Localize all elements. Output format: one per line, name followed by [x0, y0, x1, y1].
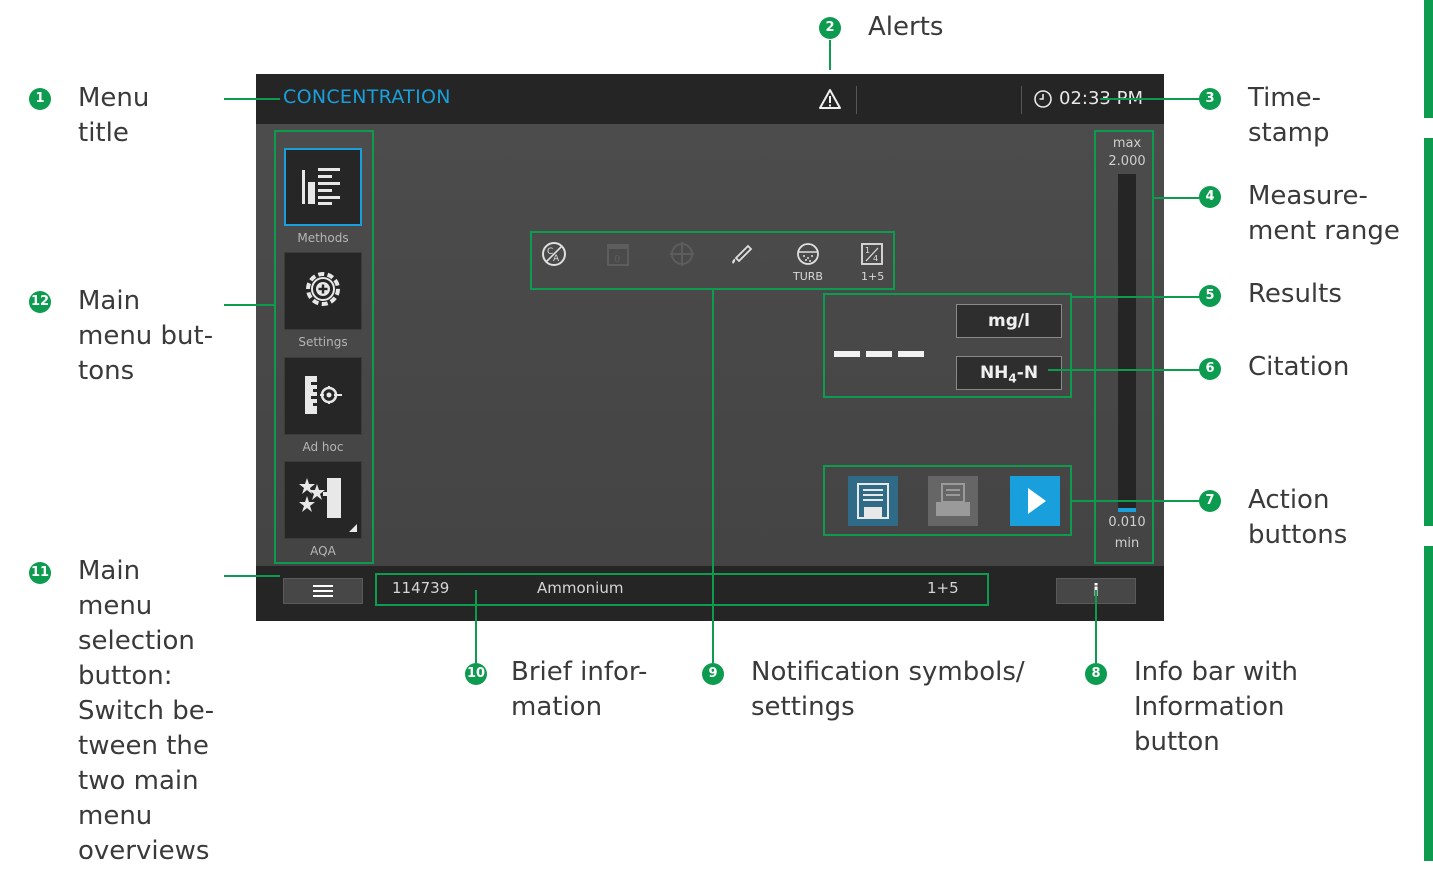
svg-text:0: 0: [614, 254, 620, 265]
citation-button[interactable]: NH4-N: [956, 356, 1062, 390]
leader-line: [1100, 98, 1200, 100]
svg-text:4: 4: [873, 254, 878, 263]
aqa-stars-icon: [299, 478, 357, 532]
device-screen: CONCENTRATION 02:33 PM Methods Settings …: [256, 74, 1164, 621]
leader-line: [1095, 590, 1097, 663]
label-menu-title: Menu title: [78, 83, 150, 148]
method-dilution: 1+5: [927, 579, 959, 597]
label-timestamp: Time- stamp: [1248, 83, 1330, 148]
badge-6: 6: [1199, 358, 1221, 380]
edge-tab: [1424, 546, 1433, 861]
badge-12: 12: [29, 291, 51, 313]
label-brief-information: Brief infor- mation: [511, 657, 648, 722]
dilution-icon[interactable]: 1 4: [858, 240, 886, 268]
leader-line: [829, 40, 831, 70]
clock-icon: [1034, 90, 1052, 108]
main-menu-selection-button[interactable]: [283, 578, 363, 604]
start-measurement-button[interactable]: [1010, 476, 1060, 526]
divider: [1021, 86, 1022, 114]
label-notification-symbols: Notification symbols/ settings: [751, 657, 1025, 722]
svg-text:A: A: [553, 254, 560, 264]
citation-tail: -N: [1016, 363, 1039, 383]
svg-text:1: 1: [865, 246, 870, 255]
badge-3: 3: [1199, 88, 1221, 110]
badge-10: 10: [465, 663, 487, 685]
measurement-range-fill: [1118, 508, 1136, 512]
citation-main: NH: [979, 363, 1009, 383]
unit-button[interactable]: mg/l: [956, 304, 1062, 338]
top-bar: CONCENTRATION 02:33 PM: [256, 74, 1164, 124]
methods-label: Methods: [297, 231, 349, 245]
leader-line: [712, 288, 714, 663]
leader-line: [475, 590, 477, 663]
label-citation: Citation: [1248, 352, 1350, 382]
label-results: Results: [1248, 279, 1342, 309]
leader-line: [1072, 296, 1200, 298]
label-measurement-range: Measure- ment range: [1248, 181, 1400, 246]
label-alerts: Alerts: [868, 12, 944, 42]
methods-button[interactable]: [284, 148, 362, 226]
ad-hoc-icon: [305, 376, 342, 414]
turbidity-icon[interactable]: [794, 240, 822, 268]
info-bar: 114739 Ammonium 1+5 i: [256, 566, 1164, 621]
range-max-value: 2.000: [1108, 154, 1146, 169]
turb-label: TURB: [793, 270, 823, 283]
method-name: Ammonium: [537, 579, 624, 597]
measurement-range-bar: [1118, 174, 1136, 512]
badge-9: 9: [702, 663, 724, 685]
alert-warning-icon[interactable]: [818, 88, 842, 110]
badge-1: 1: [29, 88, 51, 110]
result-dash: [898, 351, 924, 357]
settings-gear-icon: [306, 272, 340, 306]
badge-5: 5: [1199, 285, 1221, 307]
settings-button[interactable]: [284, 252, 362, 330]
aqa-button[interactable]: [284, 461, 362, 539]
dilution-label: 1+5: [861, 270, 885, 283]
divider: [856, 86, 857, 114]
label-action-buttons: Action buttons: [1248, 485, 1348, 550]
badge-2: 2: [819, 17, 841, 39]
label-main-menu-buttons: Main menu but- tons: [78, 286, 214, 386]
result-dash: [866, 351, 892, 357]
leader-line: [224, 304, 274, 306]
blank-zero-icon[interactable]: C A: [540, 240, 568, 268]
edge-tab: [1424, 0, 1433, 118]
settings-label: Settings: [298, 335, 348, 349]
range-min-label: min: [1114, 536, 1140, 551]
leader-line: [1154, 197, 1200, 199]
badge-7: 7: [1199, 490, 1221, 512]
save-button[interactable]: [848, 476, 898, 526]
cell-zero-icon[interactable]: 0: [604, 240, 632, 268]
method-number: 114739: [392, 579, 450, 597]
range-min-value: 0.010: [1108, 515, 1146, 530]
range-max-label: max: [1112, 136, 1142, 151]
aqa-label: AQA: [310, 544, 336, 558]
label-main-menu-selection: Main menu selection button: Switch be- t…: [78, 556, 215, 866]
leader-line: [224, 98, 280, 100]
menu-title: CONCENTRATION: [283, 86, 451, 108]
methods-icon: [302, 168, 340, 205]
crosshair-icon[interactable]: [668, 240, 696, 268]
result-dash: [834, 351, 860, 357]
label-info-bar: Info bar with Information button: [1134, 657, 1299, 757]
ad-hoc-button[interactable]: [284, 357, 362, 435]
badge-11: 11: [29, 562, 51, 584]
hamburger-menu-icon: [313, 585, 333, 597]
badge-8: 8: [1085, 663, 1107, 685]
leader-line: [224, 575, 280, 577]
leader-line: [1072, 500, 1200, 502]
citation-subscript: 4: [1008, 371, 1017, 386]
leader-line: [1048, 369, 1200, 371]
pipette-icon[interactable]: [726, 240, 754, 268]
print-button[interactable]: [928, 476, 978, 526]
ad-hoc-label: Ad hoc: [302, 440, 344, 454]
badge-4: 4: [1199, 186, 1221, 208]
edge-tab: [1424, 138, 1433, 526]
